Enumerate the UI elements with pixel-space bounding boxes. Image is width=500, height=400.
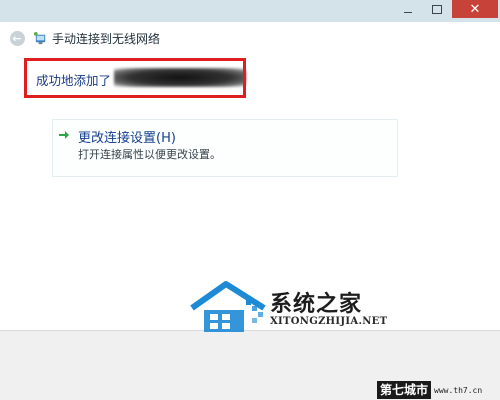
watermark-url: XITONGZHIJIA.NET [270, 316, 388, 327]
wizard-header: ← 手动连接到无线网络 [0, 22, 500, 57]
corner-watermark: 第七城市 www.th7.cn [377, 380, 500, 400]
close-icon: ✕ [469, 1, 481, 17]
maximize-button[interactable] [423, 0, 451, 18]
back-button[interactable]: ← [10, 31, 25, 46]
minimize-icon [403, 11, 412, 13]
change-settings-description: 打开连接属性以便更改设置。 [78, 148, 221, 161]
highlight-box [24, 58, 246, 98]
minimize-button[interactable] [393, 0, 422, 18]
change-settings-link[interactable]: 更改连接设置(H) [78, 127, 176, 146]
watermark-title: 系统之家 [270, 292, 363, 317]
corner-watermark-url: www.th7.cn [434, 385, 483, 395]
wizard-title: 手动连接到无线网络 [52, 32, 161, 46]
arrow-right-icon [59, 131, 69, 139]
close-button[interactable]: ✕ [452, 0, 498, 18]
wifi-icon [33, 31, 46, 45]
maximize-icon [432, 4, 442, 14]
corner-watermark-label: 第七城市 [377, 381, 432, 399]
title-bar: ✕ [0, 0, 500, 22]
back-icon: ← [12, 32, 22, 45]
wizard-window: ✕ ← 手动连接到无线网络 成功地添加了 更改连接设置(H) 打开连接属性以便更… [0, 0, 500, 400]
